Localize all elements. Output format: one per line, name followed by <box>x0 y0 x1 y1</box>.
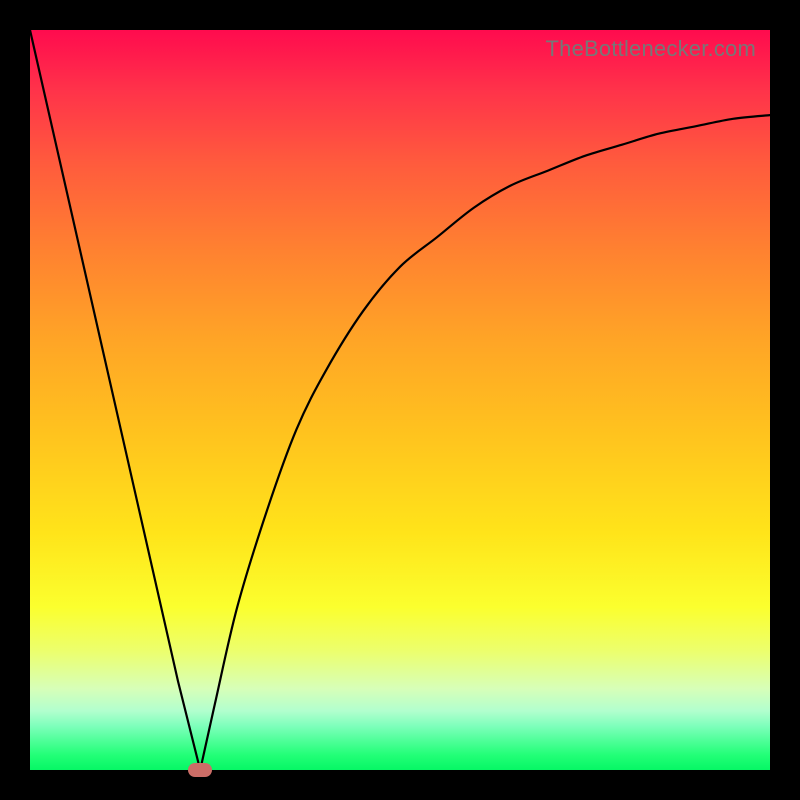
minimum-marker <box>188 763 212 777</box>
curve-path <box>30 30 770 770</box>
chart-frame: TheBottlenecker.com <box>0 0 800 800</box>
curve-svg <box>30 30 770 770</box>
plot-area: TheBottlenecker.com <box>30 30 770 770</box>
